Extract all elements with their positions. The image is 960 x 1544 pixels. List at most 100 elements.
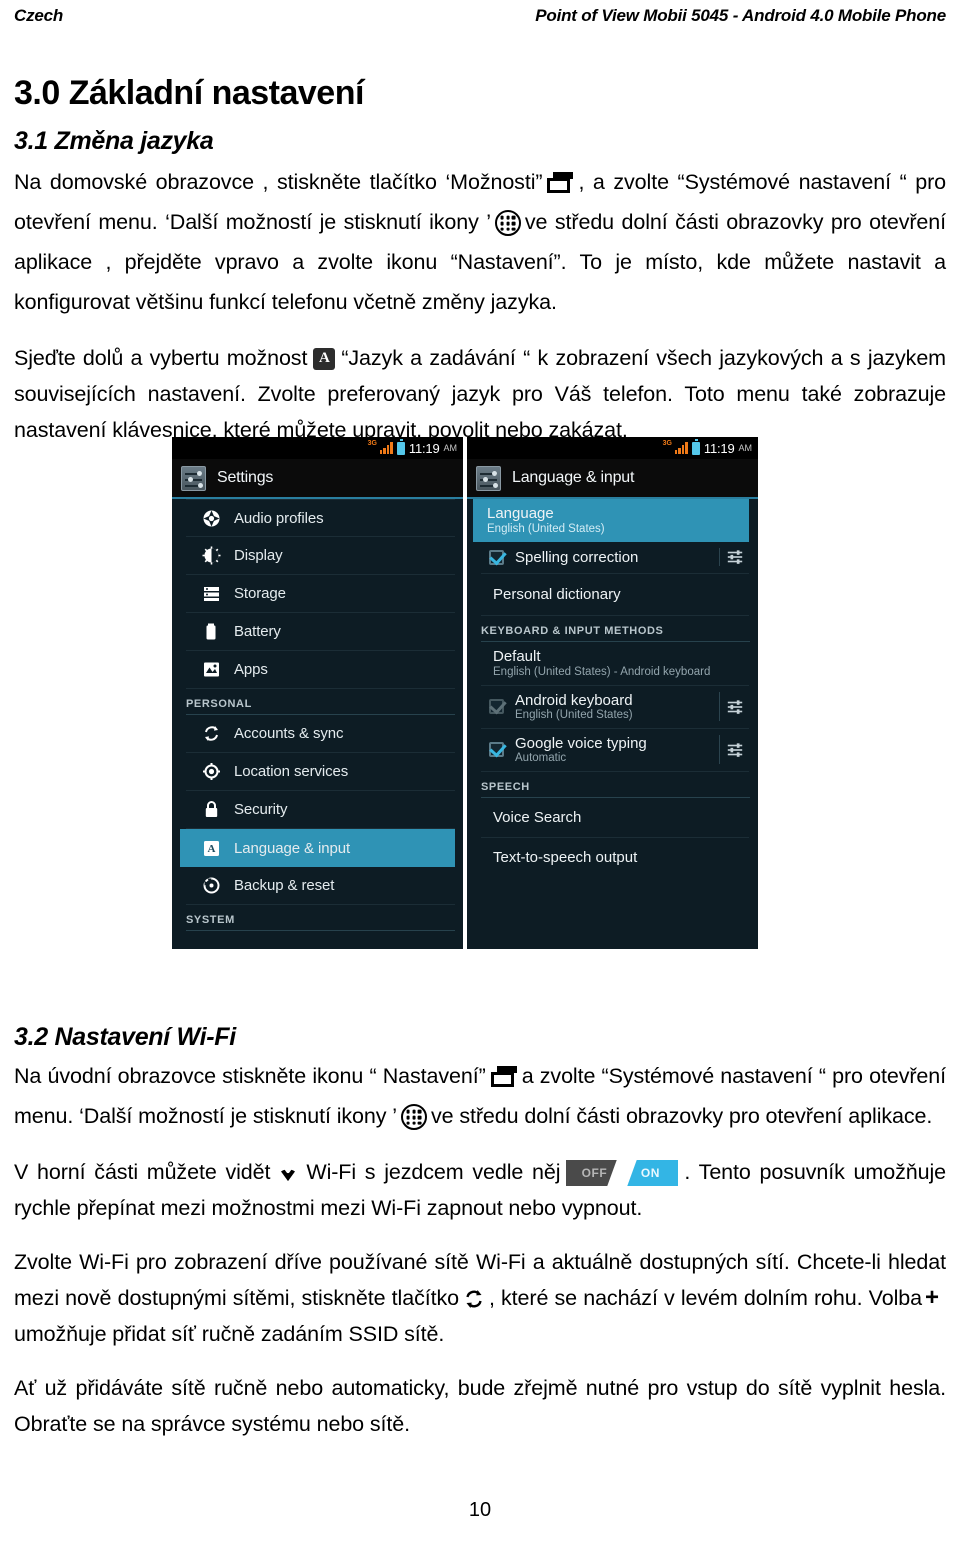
running-head-right: Point of View Mobii 5045 - Android 4.0 M… [535, 6, 946, 25]
list-item-title: Personal dictionary [493, 586, 621, 603]
sidebar-item-label: Audio profiles [234, 509, 324, 527]
recents-icon [490, 1066, 517, 1088]
wifi-onoff-toggle[interactable]: OFF ON [566, 1160, 679, 1187]
sidebar-item-label: Apps [234, 661, 268, 678]
sidebar-item-apps[interactable]: Apps [186, 651, 455, 689]
sidebar-item-backup-reset[interactable]: Backup & reset [186, 867, 455, 905]
list-item-title: Default [493, 648, 541, 665]
section-3-2: 3.2 Nastavení Wi-Fi Na úvodní obrazovce … [14, 1023, 946, 1444]
sidebar-item-display[interactable]: Display [186, 537, 455, 575]
settings-list: Audio profiles Display Storage Battery A… [172, 499, 463, 931]
status-bar-left: 3G 11:19 AM [172, 437, 463, 459]
network-type-label-right: 3G [662, 439, 672, 447]
sidebar-item-location-services[interactable]: Location services [186, 753, 455, 791]
document-page: Czech Point of View Mobii 5045 - Android… [0, 0, 960, 1544]
storage-icon [202, 584, 221, 603]
sidebar-item-label: Accounts & sync [234, 725, 344, 742]
title-bar-right: Language & input [467, 459, 758, 499]
audio-profiles-icon [202, 509, 221, 528]
sidebar-item-audio-profiles[interactable]: Audio profiles [186, 499, 455, 537]
sidebar-item-battery[interactable]: Battery [186, 613, 455, 651]
paragraph-3-2-intro: Na úvodní obrazovce stiskněte ikonu “ Na… [14, 1056, 946, 1136]
list-item-text-to-speech-output[interactable]: Text-to-speech output [481, 838, 749, 877]
display-icon [202, 546, 221, 565]
p31b-text-a: Sjeďte dolů a vybertu možnost [14, 346, 308, 370]
sidebar-item-label: Backup & reset [234, 877, 335, 894]
phone-screenshot-settings: 3G 11:19 AM Settings Audio profiles Disp… [172, 437, 463, 949]
paragraph-3-2-networks: Zvolte Wi-Fi pro zobrazení dříve používa… [14, 1244, 946, 1352]
section-header-personal: PERSONAL [186, 698, 252, 710]
list-item-title: Google voice typing [515, 735, 647, 752]
phone-screenshot-language-input: 3G 11:19 AM Language & input Language En… [467, 437, 758, 949]
language-input-list: Language English (United States) Spellin… [467, 499, 758, 877]
list-item-title: Text-to-speech output [493, 849, 638, 866]
page-number: 10 [468, 1499, 492, 1521]
list-item-language[interactable]: Language English (United States) [473, 499, 749, 542]
list-item-spelling-correction[interactable]: Spelling correction [481, 542, 749, 574]
section-header-system: SYSTEM [186, 914, 235, 926]
sidebar-item-label: Location services [234, 763, 349, 780]
list-item-android-keyboard[interactable]: Android keyboard English (United States) [481, 686, 749, 729]
refresh-icon [463, 1288, 485, 1310]
battery-icon [202, 622, 221, 641]
p32c-text-c: umožňuje přidat síť ručně zadáním SSID s… [14, 1322, 445, 1346]
list-item-title: Spelling correction [515, 548, 639, 566]
list-item-default-keyboard[interactable]: Default English (United States) - Androi… [481, 642, 749, 686]
heading-3-2: 3.2 Nastavení Wi-Fi [14, 1023, 236, 1051]
checkbox-spelling-correction[interactable] [489, 549, 504, 565]
checkbox-android-keyboard[interactable] [489, 699, 504, 714]
p32c-text-b: , které se nachází v levém dolním rohu. … [488, 1286, 922, 1310]
wifi-icon [276, 1163, 300, 1183]
sidebar-item-security[interactable]: Security [186, 791, 455, 829]
checkbox-google-voice-typing[interactable] [489, 742, 504, 757]
settings-sliders-icon[interactable] [719, 548, 749, 566]
clock-left: 11:19 [408, 440, 440, 456]
paragraph-3-1-language: Sjeďte dolů a vybertu možnost A “Jazyk a z… [14, 340, 946, 448]
page-title: 3.0 Základní nastavení [14, 74, 364, 112]
network-type-label-left: 3G [367, 439, 377, 447]
settings-app-icon [181, 465, 206, 491]
list-item-google-voice-typing[interactable]: Google voice typing Automatic [481, 729, 749, 772]
p32b-text-b: Wi-Fi s jezdcem vedle něj [306, 1160, 561, 1184]
list-item-title: Android keyboard [515, 692, 633, 709]
language-icon: A [202, 839, 221, 858]
divider [186, 930, 455, 931]
lock-icon [202, 800, 221, 819]
sidebar-item-storage[interactable]: Storage [186, 575, 455, 613]
sidebar-item-label: Security [234, 801, 288, 818]
list-item-personal-dictionary[interactable]: Personal dictionary [481, 574, 749, 616]
list-item-subtitle: English (United States) [487, 523, 605, 535]
section-header-speech: SPEECH [481, 781, 530, 793]
settings-sliders-icon[interactable] [719, 735, 749, 764]
clock-right: 11:19 [703, 440, 735, 456]
title-bar-left: Settings [172, 459, 463, 499]
clock-ampm-right: AM [738, 443, 753, 453]
apps-drawer-icon [494, 210, 521, 237]
list-item-title: Voice Search [493, 809, 582, 826]
paragraph-3-1-intro: Na domovské obrazovce , stiskněte tlačít… [14, 162, 946, 322]
svg-text:A: A [208, 843, 216, 855]
section-header-keyboard-input-methods: KEYBOARD & INPUT METHODS [481, 625, 664, 637]
list-item-voice-search[interactable]: Voice Search [481, 798, 749, 838]
sidebar-item-language-input[interactable]: A Language & input [180, 829, 455, 867]
battery-icon-left [396, 439, 405, 455]
battery-icon-right [691, 439, 700, 455]
running-head: Czech Point of View Mobii 5045 - Android… [14, 0, 946, 26]
screen-title-left: Settings [217, 469, 274, 486]
language-badge-icon: A [313, 348, 336, 371]
sync-icon [202, 724, 221, 743]
backup-reset-icon [202, 876, 221, 895]
apps-drawer-icon [400, 1104, 427, 1131]
paragraph-3-2-passwords: Ať už přidáváte sítě ručně nebo automati… [14, 1376, 946, 1436]
heading-3-1: 3.1 Změna jazyka [14, 127, 214, 155]
settings-sliders-icon[interactable] [719, 692, 749, 721]
sidebar-item-accounts-sync[interactable]: Accounts & sync [186, 715, 455, 753]
recents-icon [547, 172, 574, 194]
plus-icon: + [925, 1284, 939, 1312]
running-head-left: Czech [14, 6, 64, 25]
signal-strength-icon-left [379, 442, 393, 454]
screen-title-right: Language & input [512, 469, 635, 486]
list-item-subtitle: English (United States) [515, 709, 633, 721]
sidebar-item-label: Language & input [234, 839, 351, 857]
settings-app-icon [476, 465, 501, 491]
